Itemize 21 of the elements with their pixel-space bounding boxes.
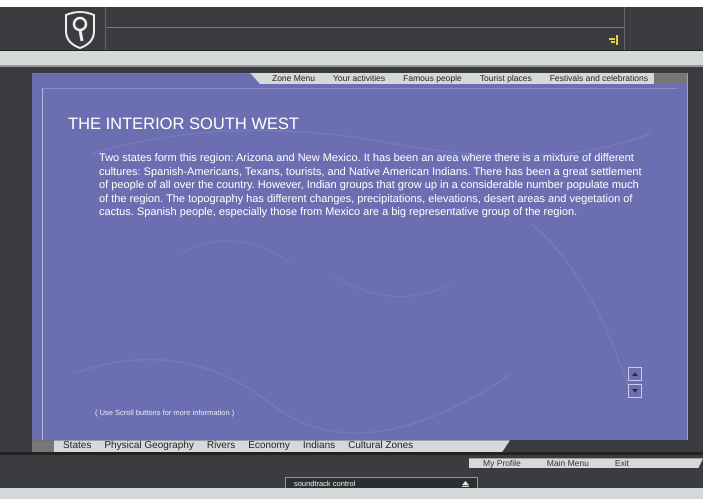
menu-link[interactable]: Tourist places [480, 73, 532, 84]
menu-link[interactable]: Zone Menu [272, 73, 316, 84]
body-text: Two states form this region: Arizona and New Mexico. It has been an area where there is a mixture of different cultures: Spanish-Americans, Texans, tourists, and Native American Indians. There has been a great settlement of people of all over the country. However, Indian groups that grow up in a considerable number populate much of the region. The topography has different changes, precipitations, elevations, desert areas and vegetation of cactus. Spanish people, especially those from Mexico are a big representative group of the region. [99, 152, 643, 220]
footer-link[interactable]: Main Menu [546, 458, 589, 468]
grip-handle[interactable] [654, 73, 687, 84]
menu-link[interactable]: Physical Geography [104, 440, 194, 452]
menu-link[interactable]: Festivals and celebrations [550, 73, 648, 84]
menu-link[interactable]: Your activities [333, 73, 386, 84]
menu-link[interactable]: Famous people [403, 73, 462, 84]
menu-link[interactable]: Cultural Zones [348, 440, 414, 452]
eject-icon [462, 480, 469, 487]
grip-handle[interactable] [32, 440, 54, 452]
scroll-up-icon[interactable] [628, 367, 642, 382]
menu-link[interactable]: Economy [248, 440, 290, 452]
menu-link[interactable]: States [63, 440, 92, 452]
menu-link[interactable]: Rivers [206, 440, 236, 452]
scroll-down-icon[interactable] [628, 384, 642, 398]
footer-link[interactable]: My Profile [483, 458, 521, 468]
footer-link[interactable]: Exit [614, 458, 630, 468]
page-title: THE INTERIOR SOUTH WEST [68, 115, 300, 134]
menu-link[interactable]: Indians [302, 440, 336, 452]
